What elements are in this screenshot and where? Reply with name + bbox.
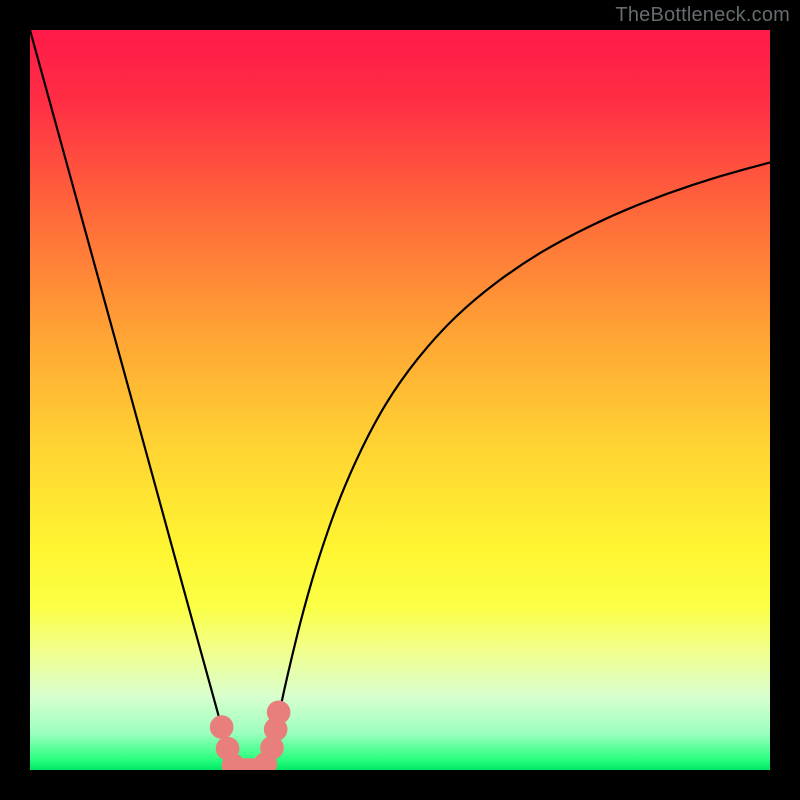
chart-svg [30,30,770,770]
curve-marker [267,700,291,724]
chart-plot-area [30,30,770,770]
curve-marker [210,715,234,739]
watermark-text: TheBottleneck.com [615,4,790,27]
chart-frame: TheBottleneck.com [0,0,800,800]
chart-background-gradient [30,30,770,770]
